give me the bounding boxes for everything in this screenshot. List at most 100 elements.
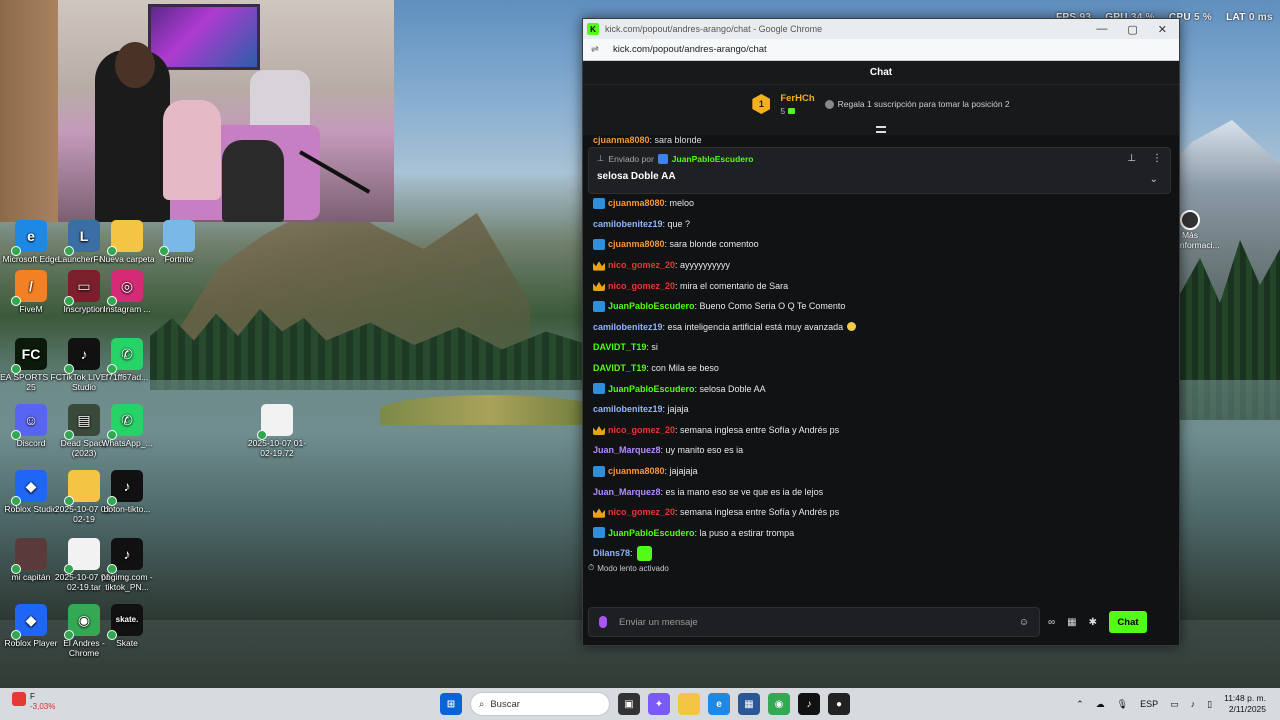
- network-icon[interactable]: ▭: [1170, 699, 1179, 710]
- chat-message[interactable]: Juan_Marquez8: uy manito eso es ia: [593, 440, 1169, 461]
- chat-username[interactable]: nico_gomez_20: [608, 281, 675, 291]
- moderator-badge-icon: [593, 383, 605, 395]
- chat-username[interactable]: JuanPabloEscudero: [608, 384, 695, 394]
- store-icon[interactable]: ▦: [738, 693, 760, 715]
- pinned-username[interactable]: JuanPabloEscudero: [672, 154, 754, 164]
- desktop-icon[interactable]: ✆ WhatsApp_...: [96, 404, 158, 448]
- unpin-button[interactable]: ⊥: [1127, 153, 1136, 164]
- chat-message[interactable]: JuanPabloEscudero: la puso a estirar tro…: [593, 523, 1169, 544]
- chat-message[interactable]: nico_gomez_20: semana inglesa entre Sofí…: [593, 502, 1169, 523]
- cloud-icon[interactable]: ☁: [1096, 699, 1105, 710]
- tiktok-icon[interactable]: ♪: [798, 693, 820, 715]
- windows-start-icon[interactable]: ⊞: [440, 693, 462, 715]
- app-icon: ◆: [11, 604, 47, 640]
- moderator-badge-icon: [593, 465, 605, 477]
- obs-icon[interactable]: ●: [828, 693, 850, 715]
- desktop-icon[interactable]: ♪ boton-tikto...: [96, 470, 158, 514]
- chat-message[interactable]: nico_gomez_20: semana inglesa entre Sofí…: [593, 420, 1169, 441]
- microphone-icon[interactable]: [599, 616, 607, 628]
- desktop-icon[interactable]: ◎ Instagram ...: [96, 270, 158, 314]
- chat-message[interactable]: cjuanma8080: jajajaja: [593, 461, 1169, 482]
- chrome-popout-window: K kick.com/popout/andres-arango/chat - G…: [582, 18, 1180, 646]
- desktop-icon-label: f71ff67ad...: [105, 372, 149, 382]
- chat-message[interactable]: DAVIDT_T19: con Mila se beso: [593, 358, 1169, 379]
- desktop-icon[interactable]: Fortnite: [148, 220, 210, 264]
- chat-username[interactable]: cjuanma8080: [608, 466, 665, 476]
- message-input[interactable]: Enviar un mensaje ☺: [588, 607, 1040, 637]
- chat-message[interactable]: Dilans78:: [593, 543, 1169, 564]
- volume-icon[interactable]: ♪: [1191, 699, 1196, 709]
- message-placeholder[interactable]: Enviar un mensaje: [619, 617, 1007, 628]
- task-view-icon[interactable]: ▣: [618, 693, 640, 715]
- weather-widget[interactable]: F -3,03%: [12, 692, 55, 712]
- gift-sub-cta[interactable]: Regala 1 suscripción para tomar la posic…: [824, 99, 1010, 109]
- chat-message[interactable]: camilobenitez19: esa inteligencia artifi…: [593, 317, 1169, 338]
- desktop-icon[interactable]: 2025-10-07 01-02-19.72: [246, 404, 308, 458]
- language-indicator[interactable]: ESP: [1140, 699, 1158, 709]
- window-titlebar[interactable]: K kick.com/popout/andres-arango/chat - G…: [583, 19, 1179, 39]
- taskbar-search[interactable]: ⌕ Buscar: [470, 692, 610, 716]
- expand-pinned-button[interactable]: ⌄: [1150, 174, 1158, 185]
- leader-username[interactable]: FerHCh: [780, 93, 814, 104]
- desktop-icon[interactable]: ✆ f71ff67ad...: [96, 338, 158, 382]
- chat-username[interactable]: Juan_Marquez8: [593, 445, 661, 455]
- desktop-icon-label: boton-tikto...: [103, 504, 151, 514]
- window-title: kick.com/popout/andres-arango/chat - Goo…: [605, 24, 823, 34]
- url-text[interactable]: kick.com/popout/andres-arango/chat: [613, 44, 767, 55]
- chat-username[interactable]: nico_gomez_20: [608, 260, 675, 270]
- chat-message[interactable]: cjuanma8080: meloo: [593, 193, 1169, 214]
- chat-username[interactable]: Dilans78: [593, 548, 630, 558]
- pinned-more-button[interactable]: ⋮: [1152, 153, 1162, 164]
- chat-username[interactable]: nico_gomez_20: [608, 425, 675, 435]
- chat-username[interactable]: nico_gomez_20: [608, 507, 675, 517]
- site-settings-icon[interactable]: ⇌: [591, 44, 603, 55]
- desktop-icon[interactable]: ♪ pngimg.com - tiktok_PN...: [96, 538, 158, 592]
- link-icon[interactable]: ∞: [1048, 617, 1055, 628]
- file-explorer-icon[interactable]: [678, 693, 700, 715]
- chat-message[interactable]: camilobenitez19: que ?: [593, 214, 1169, 235]
- maximize-button[interactable]: ▢: [1127, 23, 1137, 36]
- mic-tray-icon[interactable]: 🎙: [1117, 699, 1128, 710]
- chat-message[interactable]: camilobenitez19: jajaja: [593, 399, 1169, 420]
- desktop-icon-mas-informacion[interactable]: Más informaci...: [1178, 210, 1220, 250]
- leaderboard-collapse-handle[interactable]: [583, 123, 1179, 135]
- edge-icon[interactable]: e: [708, 693, 730, 715]
- mod-badge-icon: [657, 153, 668, 164]
- send-chat-button[interactable]: Chat: [1108, 611, 1147, 633]
- store-icon[interactable]: ▦: [1067, 617, 1076, 628]
- chat-username[interactable]: cjuanma8080: [608, 198, 665, 208]
- chrome-icon[interactable]: ◉: [768, 693, 790, 715]
- kick-favicon-icon: K: [587, 23, 599, 35]
- copilot-icon[interactable]: ✦: [648, 693, 670, 715]
- chat-message[interactable]: nico_gomez_20: mira el comentario de Sar…: [593, 275, 1169, 296]
- address-bar[interactable]: ⇌ kick.com/popout/andres-arango/chat: [583, 39, 1179, 61]
- chat-message[interactable]: Juan_Marquez8: es ia mano eso se ve que …: [593, 481, 1169, 502]
- chat-username[interactable]: Juan_Marquez8: [593, 487, 661, 497]
- chat-username[interactable]: camilobenitez19: [593, 219, 663, 229]
- chat-username[interactable]: camilobenitez19: [593, 322, 663, 332]
- emoji-picker-icon[interactable]: ☺: [1019, 617, 1029, 628]
- chat-message[interactable]: DAVIDT_T19: si: [593, 337, 1169, 358]
- chat-username[interactable]: JuanPabloEscudero: [608, 301, 695, 311]
- close-button[interactable]: ✕: [1158, 23, 1167, 36]
- chat-text: : semana inglesa entre Sofía y Andrés ps: [675, 507, 840, 518]
- chat-message[interactable]: cjuanma8080: sara blonde comentoo: [593, 234, 1169, 255]
- minimize-button[interactable]: —: [1096, 23, 1107, 36]
- settings-icon[interactable]: ✱: [1089, 617, 1097, 628]
- clock[interactable]: 11:48 p. m. 2/11/2025: [1224, 693, 1266, 715]
- chat-username[interactable]: DAVIDT_T19: [593, 342, 646, 352]
- app-icon: ♪: [107, 538, 143, 574]
- chat-username[interactable]: cjuanma8080: [608, 239, 665, 249]
- pinned-message[interactable]: ⊥ Enviado por JuanPabloEscudero ⊥ ⋮ selo…: [588, 147, 1171, 194]
- tray-overflow-icon[interactable]: ⌃: [1076, 699, 1084, 710]
- chat-message[interactable]: nico_gomez_20: ayyyyyyyyyy: [593, 255, 1169, 276]
- chat-username[interactable]: DAVIDT_T19: [593, 363, 646, 373]
- desktop-icon[interactable]: skate. Skate: [96, 604, 158, 648]
- battery-icon[interactable]: ▯: [1207, 699, 1212, 710]
- chat-username[interactable]: JuanPabloEscudero: [608, 528, 695, 538]
- chat-username[interactable]: camilobenitez19: [593, 404, 663, 414]
- chat-text: :: [630, 548, 633, 559]
- chat-message-area[interactable]: cjuanma8080: sara blonde ⊥ Enviado por J…: [583, 135, 1179, 575]
- chat-message[interactable]: JuanPabloEscudero: Bueno Como Seria O Q …: [593, 296, 1169, 317]
- chat-message[interactable]: JuanPabloEscudero: selosa Doble AA: [593, 378, 1169, 399]
